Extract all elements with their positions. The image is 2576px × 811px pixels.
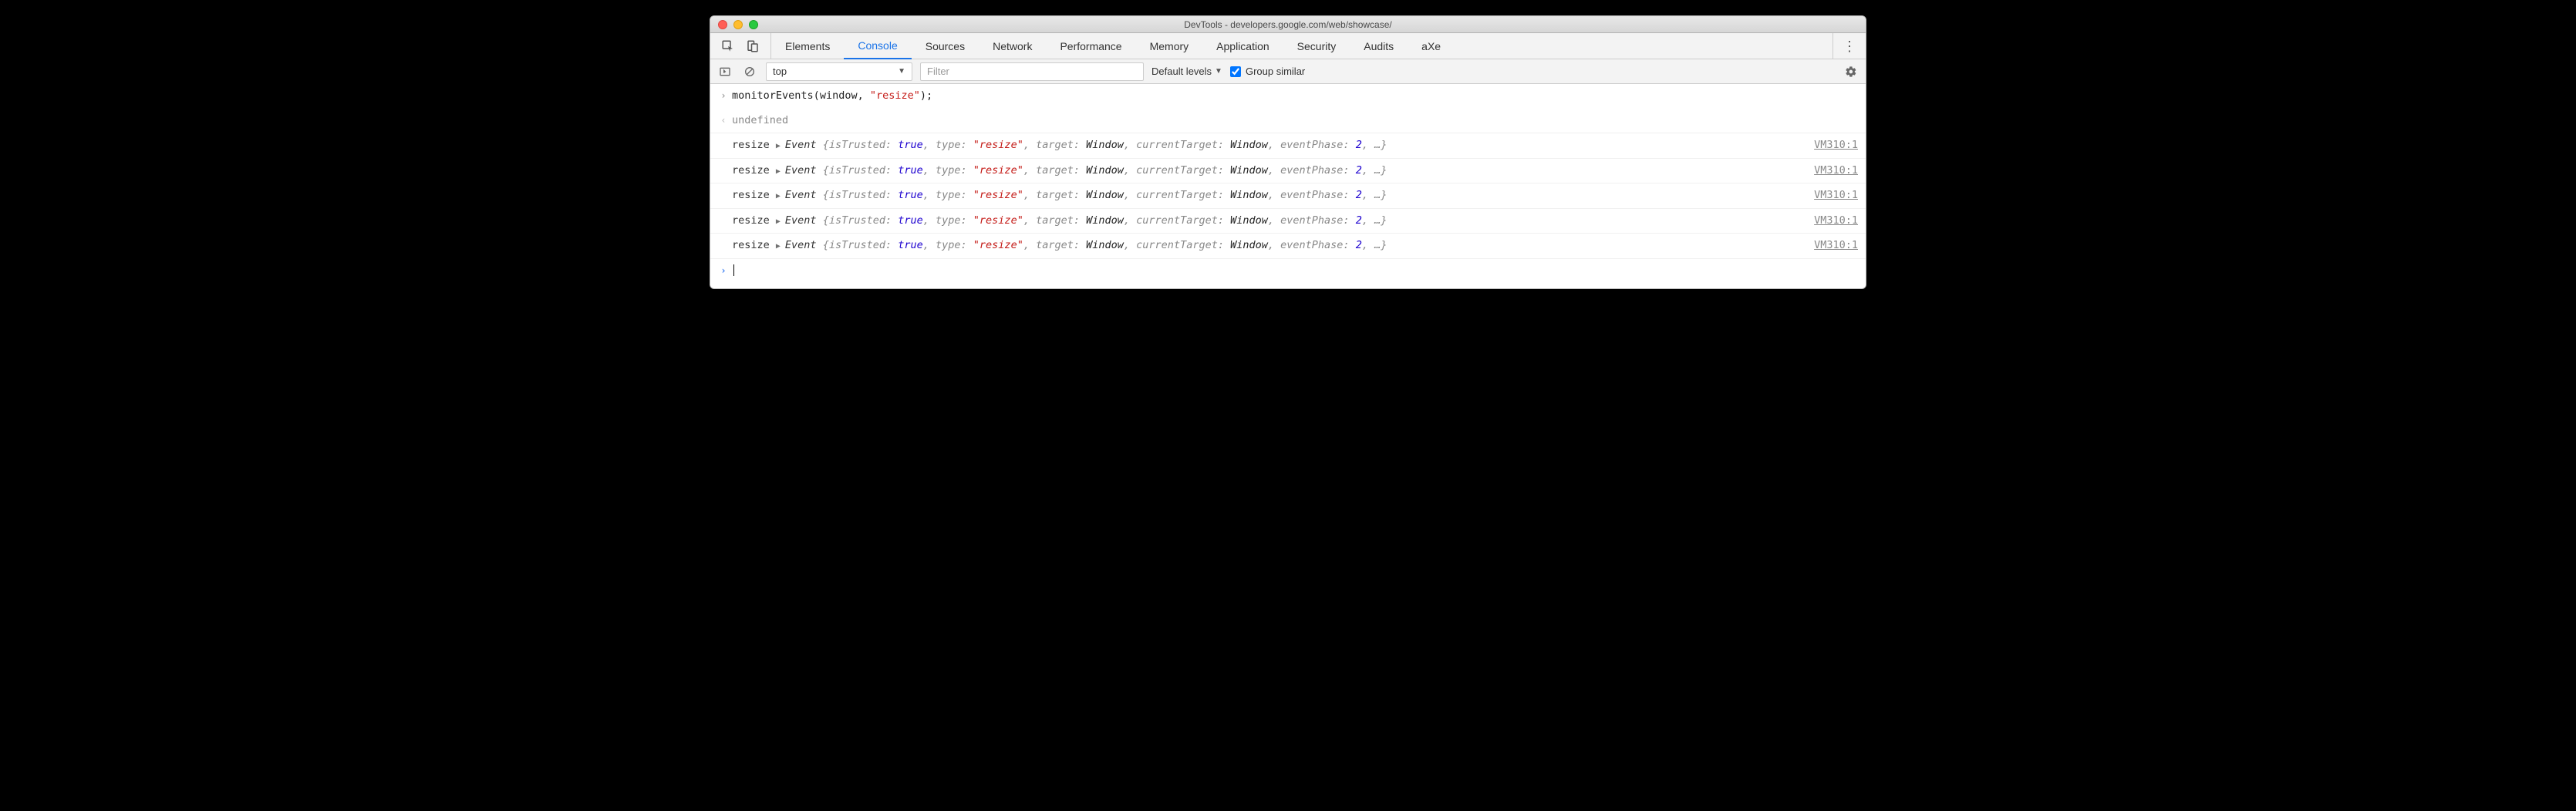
titlebar: DevTools - developers.google.com/web/sho… bbox=[710, 16, 1866, 33]
console-input-row: › monitorEvents(window, "resize"); bbox=[710, 84, 1866, 109]
context-selector-value: top bbox=[773, 66, 787, 77]
prompt-gutter-icon: › bbox=[715, 264, 732, 279]
input-gutter-icon: › bbox=[715, 89, 732, 104]
group-similar-checkbox[interactable]: Group similar bbox=[1230, 66, 1305, 77]
tab-axe[interactable]: aXe bbox=[1408, 33, 1455, 59]
expand-triangle-icon[interactable]: ▶ bbox=[776, 191, 785, 203]
minimize-window-button[interactable] bbox=[733, 20, 743, 29]
log-gutter bbox=[715, 163, 732, 179]
main-tabbar: ElementsConsoleSourcesNetworkPerformance… bbox=[710, 33, 1866, 59]
tab-network[interactable]: Network bbox=[979, 33, 1046, 59]
expand-triangle-icon[interactable]: ▶ bbox=[776, 167, 785, 178]
log-gutter bbox=[715, 188, 732, 204]
tab-memory[interactable]: Memory bbox=[1136, 33, 1203, 59]
console-log-content[interactable]: resize ▶Event {isTrusted: true, type: "r… bbox=[732, 188, 1806, 204]
clear-console-icon[interactable] bbox=[741, 63, 758, 80]
dropdown-arrow-icon: ▼ bbox=[898, 67, 905, 76]
source-link[interactable]: VM310:1 bbox=[1806, 214, 1858, 229]
kebab-icon: ⋮ bbox=[1843, 39, 1856, 53]
expand-triangle-icon[interactable]: ▶ bbox=[776, 217, 785, 228]
tab-elements[interactable]: Elements bbox=[771, 33, 844, 59]
console-command: monitorEvents(window, "resize"); bbox=[732, 89, 1858, 104]
console-log-content[interactable]: resize ▶Event {isTrusted: true, type: "r… bbox=[732, 163, 1806, 179]
console-log-row: resize ▶Event {isTrusted: true, type: "r… bbox=[710, 159, 1866, 184]
devtools-window: DevTools - developers.google.com/web/sho… bbox=[710, 15, 1866, 289]
console-body: › monitorEvents(window, "resize"); ‹ und… bbox=[710, 84, 1866, 288]
expand-triangle-icon[interactable]: ▶ bbox=[776, 141, 785, 153]
dropdown-arrow-icon: ▼ bbox=[1215, 67, 1222, 76]
tab-application[interactable]: Application bbox=[1202, 33, 1283, 59]
maximize-window-button[interactable] bbox=[749, 20, 758, 29]
console-log-content[interactable]: resize ▶Event {isTrusted: true, type: "r… bbox=[732, 238, 1806, 254]
console-log-row: resize ▶Event {isTrusted: true, type: "r… bbox=[710, 183, 1866, 209]
log-levels-label: Default levels bbox=[1151, 66, 1212, 77]
console-result-row: ‹ undefined bbox=[710, 109, 1866, 134]
log-levels-dropdown[interactable]: Default levels ▼ bbox=[1151, 66, 1222, 77]
tab-security[interactable]: Security bbox=[1283, 33, 1350, 59]
output-gutter-icon: ‹ bbox=[715, 113, 732, 129]
log-gutter bbox=[715, 238, 732, 254]
tab-console[interactable]: Console bbox=[844, 33, 911, 59]
context-selector[interactable]: top ▼ bbox=[766, 62, 912, 81]
tabbar-left-tools bbox=[710, 33, 771, 59]
filter-input[interactable] bbox=[920, 62, 1144, 81]
text-cursor bbox=[733, 264, 734, 276]
log-gutter bbox=[715, 214, 732, 229]
console-log-row: resize ▶Event {isTrusted: true, type: "r… bbox=[710, 209, 1866, 234]
console-log-row: resize ▶Event {isTrusted: true, type: "r… bbox=[710, 234, 1866, 259]
tab-performance[interactable]: Performance bbox=[1046, 33, 1135, 59]
toggle-sidebar-icon[interactable] bbox=[716, 63, 733, 80]
console-prompt-input[interactable] bbox=[732, 264, 1858, 279]
group-similar-input[interactable] bbox=[1230, 66, 1241, 77]
tab-audits[interactable]: Audits bbox=[1350, 33, 1408, 59]
source-link[interactable]: VM310:1 bbox=[1806, 138, 1858, 153]
console-log-content[interactable]: resize ▶Event {isTrusted: true, type: "r… bbox=[732, 138, 1806, 153]
console-result: undefined bbox=[732, 113, 1858, 129]
close-window-button[interactable] bbox=[718, 20, 727, 29]
device-toolbar-icon[interactable] bbox=[746, 39, 760, 53]
console-settings-icon[interactable] bbox=[1843, 63, 1860, 80]
tabs: ElementsConsoleSourcesNetworkPerformance… bbox=[771, 33, 1455, 59]
source-link[interactable]: VM310:1 bbox=[1806, 188, 1858, 204]
console-prompt-row[interactable]: › bbox=[710, 259, 1866, 288]
console-log-content[interactable]: resize ▶Event {isTrusted: true, type: "r… bbox=[732, 214, 1806, 229]
inspect-element-icon[interactable] bbox=[721, 39, 735, 53]
tab-sources[interactable]: Sources bbox=[912, 33, 979, 59]
console-toolbar: top ▼ Default levels ▼ Group similar bbox=[710, 59, 1866, 84]
source-link[interactable]: VM310:1 bbox=[1806, 163, 1858, 179]
tabbar-menu-button[interactable]: ⋮ bbox=[1833, 33, 1866, 59]
console-log-row: resize ▶Event {isTrusted: true, type: "r… bbox=[710, 133, 1866, 159]
source-link[interactable]: VM310:1 bbox=[1806, 238, 1858, 254]
log-gutter bbox=[715, 138, 732, 153]
window-controls bbox=[710, 20, 758, 29]
group-similar-label: Group similar bbox=[1246, 66, 1305, 77]
window-title: DevTools - developers.google.com/web/sho… bbox=[710, 19, 1866, 30]
expand-triangle-icon[interactable]: ▶ bbox=[776, 241, 785, 253]
